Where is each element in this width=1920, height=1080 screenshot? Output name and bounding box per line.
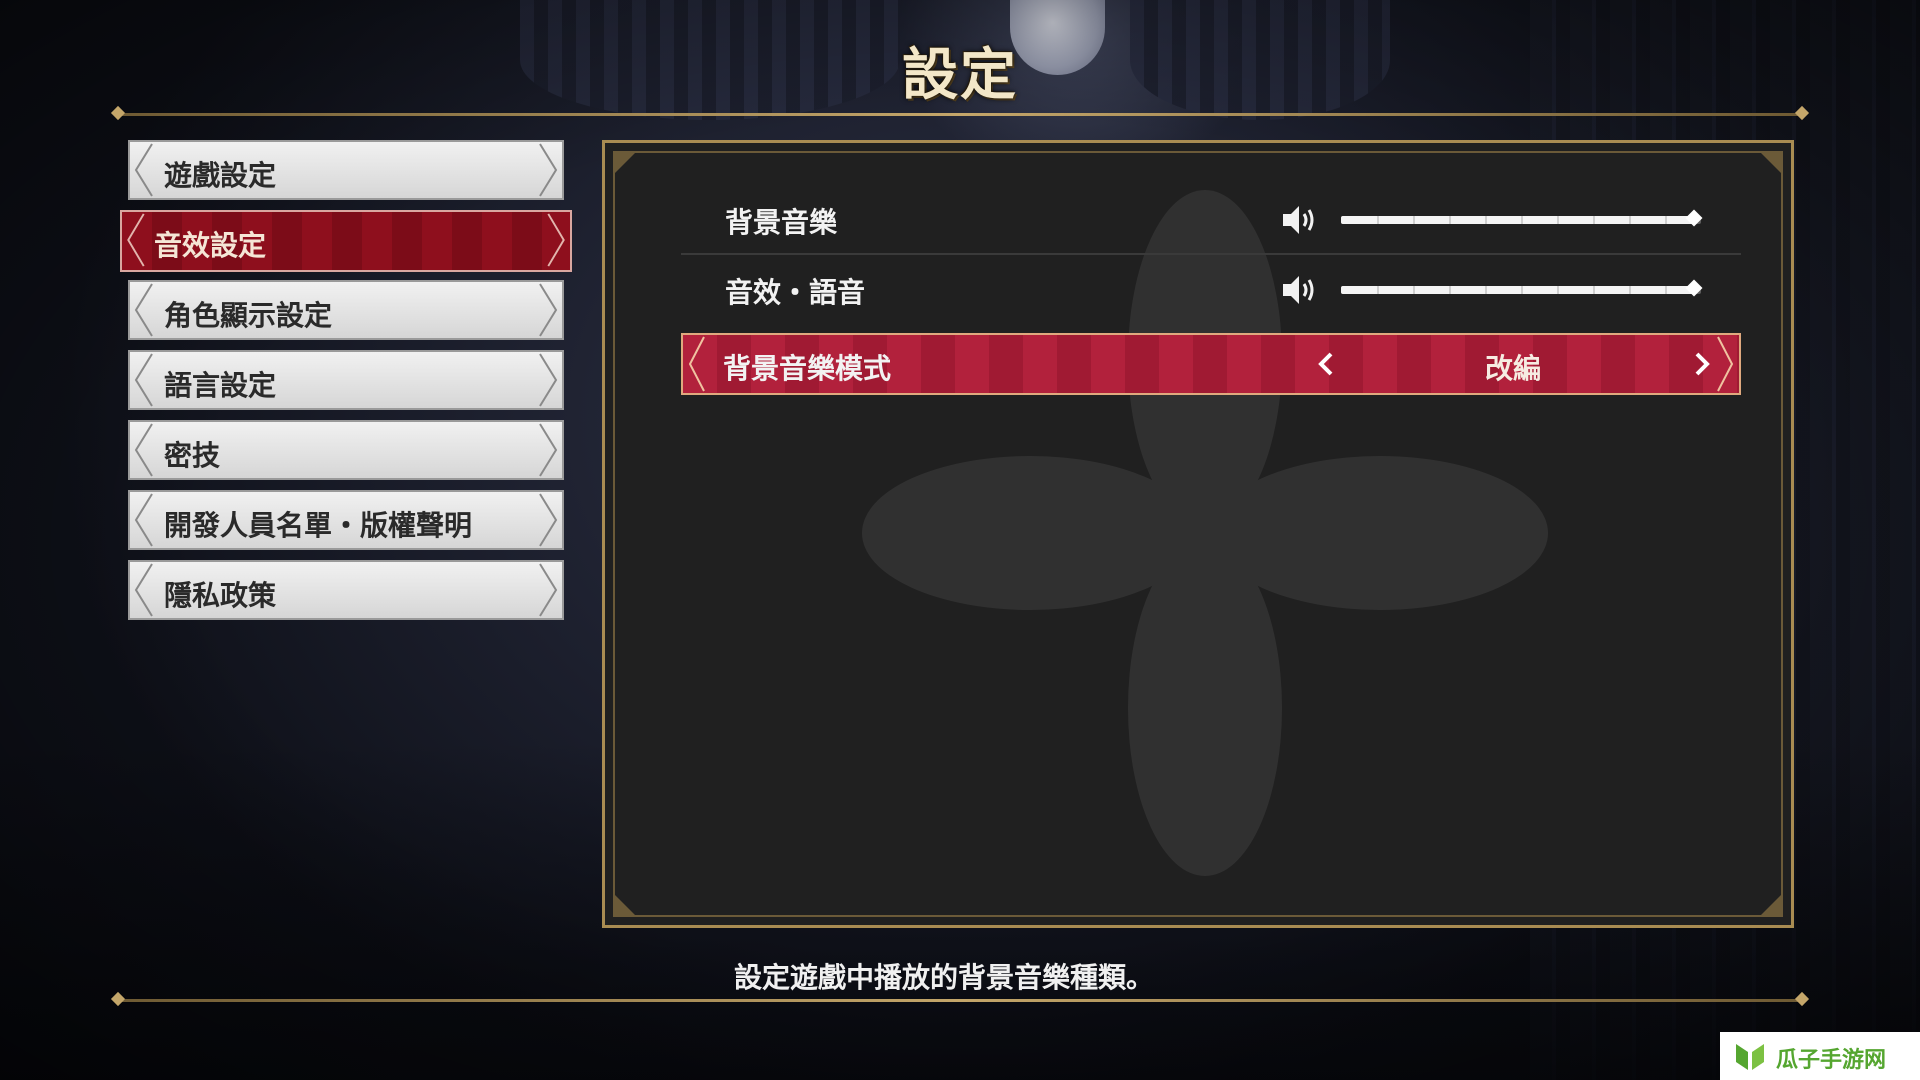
row-divider	[681, 253, 1741, 255]
slider-tick	[1665, 286, 1667, 294]
watermark: 瓜子手游网	[1720, 1032, 1920, 1080]
speaker-icon[interactable]	[1281, 203, 1317, 237]
chevron-right-icon	[539, 353, 558, 407]
chevron-left-icon	[134, 423, 153, 477]
previous-option-button[interactable]	[1311, 349, 1341, 379]
corner-ornament	[615, 153, 635, 173]
chevron-left-icon	[127, 213, 145, 267]
top-divider	[118, 113, 1802, 116]
slider-tick	[1377, 286, 1379, 294]
slider-tick	[1593, 216, 1595, 224]
se-voice-volume-label: 音效・語音	[725, 276, 866, 309]
slider-tick	[1377, 216, 1379, 224]
chevron-left-icon	[134, 493, 153, 547]
bgm-mode-label: 背景音樂模式	[723, 352, 892, 385]
slider-tick	[1449, 286, 1451, 294]
settings-panel: 背景音樂 音效・語音 背景音樂模式 改編	[602, 140, 1794, 928]
settings-panel-inner: 背景音樂 音效・語音 背景音樂模式 改編	[613, 151, 1783, 917]
bgm-mode-value: 改編	[1484, 352, 1541, 385]
menu-item-label: 遊戲設定	[164, 159, 277, 192]
chevron-left-icon	[688, 336, 705, 392]
menu-item-label: 開發人員名單・版權聲明	[164, 509, 473, 542]
speaker-icon[interactable]	[1281, 273, 1317, 307]
slider-tick	[1557, 216, 1559, 224]
chevron-right-icon	[539, 493, 558, 547]
corner-ornament	[1761, 895, 1781, 915]
menu-item-credits[interactable]: 開發人員名單・版權聲明	[128, 490, 564, 550]
menu-item-game-settings[interactable]: 遊戲設定	[128, 140, 564, 200]
slider-tick	[1629, 216, 1631, 224]
bgm-mode-row[interactable]: 背景音樂模式 改編	[681, 333, 1741, 395]
menu-item-character-display[interactable]: 角色顯示設定	[128, 280, 564, 340]
slider-tick	[1521, 286, 1523, 294]
chevron-right-icon	[539, 283, 558, 337]
slider-tick	[1593, 286, 1595, 294]
corner-ornament	[1761, 153, 1781, 173]
bgm-volume-row[interactable]: 背景音樂	[681, 189, 1741, 251]
menu-item-label: 密技	[164, 439, 221, 472]
slider-tick	[1413, 286, 1415, 294]
menu-item-language[interactable]: 語言設定	[128, 350, 564, 410]
menu-item-sound-settings[interactable]: 音效設定	[120, 210, 572, 272]
slider-tick	[1485, 286, 1487, 294]
setting-description: 設定遊戲中播放的背景音樂種類。	[734, 961, 1155, 994]
menu-item-label: 角色顯示設定	[164, 299, 333, 332]
chevron-right-icon	[539, 423, 558, 477]
slider-fill	[1341, 286, 1694, 294]
menu-item-privacy-policy[interactable]: 隱私政策	[128, 560, 564, 620]
chevron-left-icon	[134, 353, 153, 407]
menu-item-cheats[interactable]: 密技	[128, 420, 564, 480]
bottom-divider	[118, 999, 1802, 1002]
slider-tick	[1629, 286, 1631, 294]
corner-ornament	[615, 895, 635, 915]
slider-tick	[1665, 216, 1667, 224]
se-voice-volume-slider[interactable]	[1341, 279, 1703, 297]
slider-tick	[1413, 216, 1415, 224]
menu-item-label: 隱私政策	[164, 579, 277, 612]
slider-tick	[1449, 216, 1451, 224]
bgm-volume-slider[interactable]	[1341, 209, 1703, 227]
slider-fill	[1341, 216, 1694, 224]
chevron-right-icon	[539, 143, 558, 197]
chevron-left-icon	[134, 283, 153, 337]
se-voice-volume-row[interactable]: 音效・語音	[681, 259, 1741, 321]
menu-item-label: 語言設定	[164, 369, 277, 402]
watermark-logo-icon	[1736, 1044, 1764, 1070]
bgm-volume-label: 背景音樂	[725, 206, 838, 239]
page-title: 設定	[902, 42, 1018, 108]
next-option-button[interactable]	[1687, 349, 1717, 379]
watermark-text: 瓜子手游网	[1776, 1048, 1887, 1073]
chevron-right-icon	[539, 563, 558, 617]
menu-item-label: 音效設定	[154, 229, 267, 262]
chevron-right-icon	[547, 213, 565, 267]
slider-tick	[1485, 216, 1487, 224]
slider-tick	[1557, 286, 1559, 294]
chevron-right-icon	[1717, 336, 1734, 392]
chevron-left-icon	[134, 143, 153, 197]
slider-tick	[1521, 216, 1523, 224]
chevron-left-icon	[134, 563, 153, 617]
